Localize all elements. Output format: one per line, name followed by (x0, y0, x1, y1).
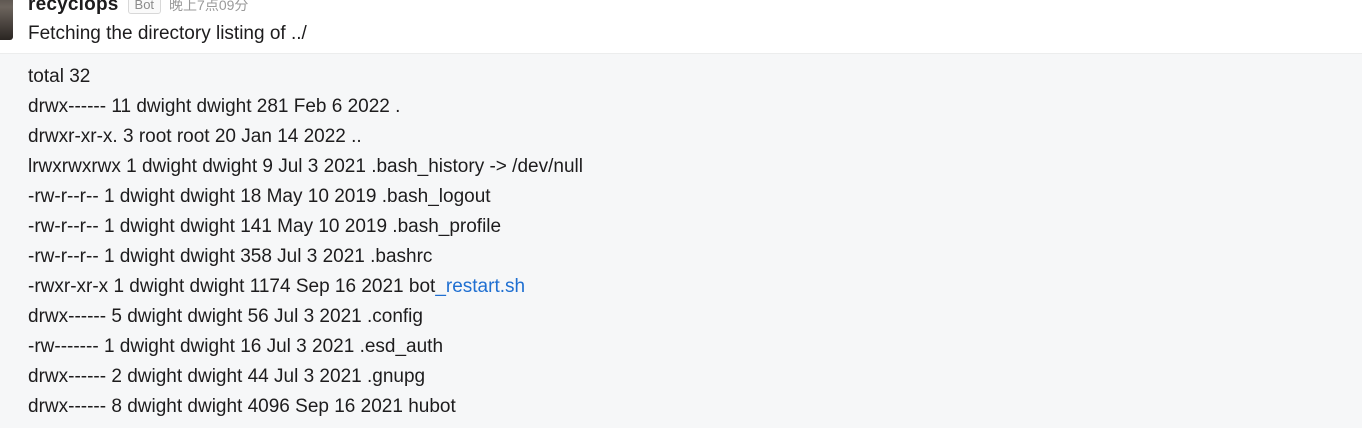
bot-badge: Bot (127, 0, 162, 14)
chat-message: recyclops Bot 晚上7点09分 Fetching the direc… (0, 0, 1362, 428)
message-text: Fetching the directory listing of ../ (28, 23, 307, 44)
listing-line: lrwxrwxrwx 1 dwight dwight 9 Jul 3 2021 … (28, 156, 583, 177)
file-link[interactable]: _restart.sh (435, 276, 525, 297)
listing-line: -rw------- 1 dwight dwight 16 Jul 3 2021… (28, 336, 444, 357)
listing-line-prefix: -rwxr-xr-x 1 dwight dwight 1174 Sep 16 2… (28, 276, 436, 297)
avatar[interactable] (0, 0, 13, 40)
listing-line-with-link: -rwxr-xr-x 1 dwight dwight 1174 Sep 16 2… (28, 272, 583, 302)
listing-line: drwx------ 8 dwight dwight 4096 Sep 16 2… (28, 396, 456, 417)
listing-line: drwx------ 2 dwight dwight 44 Jul 3 2021… (28, 366, 426, 387)
code-block: total 32 drwx------ 11 dwight dwight 281… (0, 53, 1362, 428)
username[interactable]: recyclops (28, 0, 119, 16)
listing-line: drwx------ 5 dwight dwight 56 Jul 3 2021… (28, 306, 423, 327)
listing-line: -rw-r--r-- 1 dwight dwight 358 Jul 3 202… (28, 246, 433, 267)
listing-line: total 32 (28, 66, 91, 87)
message-header: recyclops Bot 晚上7点09分 (28, 0, 248, 16)
listing-line: -rw-r--r-- 1 dwight dwight 18 May 10 201… (28, 186, 491, 207)
listing-lines: total 32 drwx------ 11 dwight dwight 281… (28, 62, 583, 422)
listing-line: drwx------ 11 dwight dwight 281 Feb 6 20… (28, 96, 401, 117)
timestamp[interactable]: 晚上7点09分 (169, 0, 248, 15)
listing-line: drwxr-xr-x. 3 root root 20 Jan 14 2022 .… (28, 126, 362, 147)
listing-line: -rw-r--r-- 1 dwight dwight 141 May 10 20… (28, 216, 502, 237)
